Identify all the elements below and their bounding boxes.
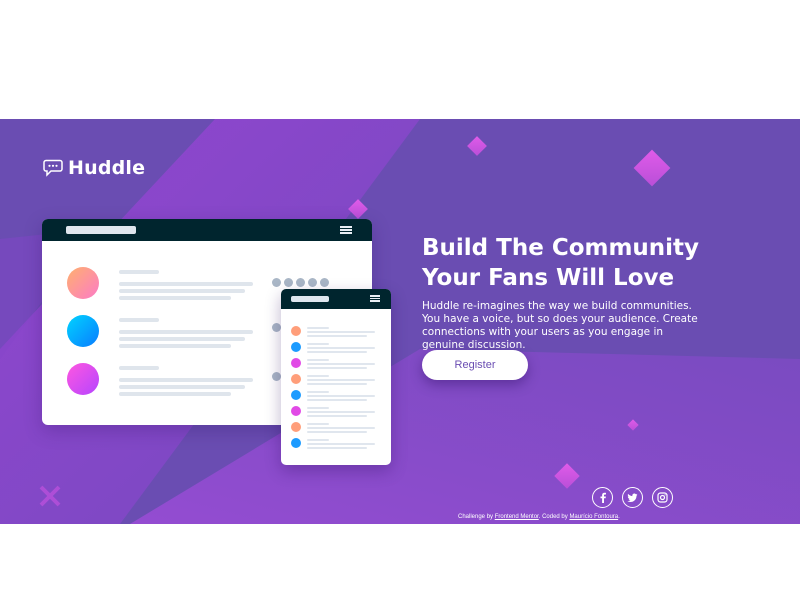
- hero-title: Build The Community Your Fans Will Love: [422, 233, 722, 293]
- mockup-address-pill: [291, 296, 329, 302]
- mockup-mini-row: [291, 438, 381, 449]
- mockup-mini-row: [291, 342, 381, 353]
- instagram-link[interactable]: [652, 487, 673, 508]
- author-link[interactable]: Maurício Fontoura: [569, 514, 618, 520]
- mockup-mini-row: [291, 406, 381, 417]
- facebook-link[interactable]: [592, 487, 613, 508]
- mockup-avatar: [67, 363, 99, 395]
- mockup-address-pill: [66, 226, 136, 234]
- diamond-decoration: [633, 149, 671, 187]
- mockup-avatar: [67, 315, 99, 347]
- facebook-icon: [600, 492, 606, 503]
- mockup-mini-row: [291, 358, 381, 369]
- mockup-mini-row: [291, 326, 381, 337]
- logo[interactable]: Huddle: [43, 157, 145, 179]
- mockup-mini-row: [291, 390, 381, 401]
- mockup-avatar: [67, 267, 99, 299]
- mockup-dot: [284, 278, 293, 287]
- menu-icon: [370, 295, 380, 302]
- brand-name: Huddle: [68, 157, 146, 179]
- coded-prefix: Coded by: [542, 514, 568, 520]
- social-links: [592, 487, 673, 508]
- hero-description: Huddle re-imagines the way we build comm…: [422, 300, 698, 351]
- mockup-dot: [308, 278, 317, 287]
- twitter-icon: [627, 493, 638, 502]
- register-button[interactable]: Register: [422, 350, 528, 380]
- mockup-title-bar: [42, 219, 372, 241]
- mockup-dot: [320, 278, 329, 287]
- challenge-prefix: Challenge by: [458, 514, 494, 520]
- mockup-dot: [272, 372, 281, 381]
- mockup-dot: [296, 278, 305, 287]
- hero-title-line1: Build The Community: [422, 235, 700, 261]
- mockup-mini-row: [291, 374, 381, 385]
- diamond-decoration: [467, 136, 487, 156]
- mockup-dot: [272, 278, 281, 287]
- chat-bubble-icon: [43, 159, 63, 177]
- mobile-mockup-illustration: [281, 289, 391, 465]
- frontend-mentor-link[interactable]: Frontend Mentor: [495, 514, 539, 520]
- attribution: Challenge by Frontend Mentor. Coded by M…: [458, 514, 620, 520]
- twitter-link[interactable]: [622, 487, 643, 508]
- mockup-mini-row: [291, 422, 381, 433]
- mockup-dot: [272, 323, 281, 332]
- instagram-icon: [657, 492, 668, 503]
- hero-title-line2: Your Fans Will Love: [422, 265, 675, 291]
- hero-section: Huddle Build The Community Your Fans Wil…: [0, 119, 800, 524]
- menu-icon: [340, 226, 352, 234]
- mockup-title-bar: [281, 289, 391, 309]
